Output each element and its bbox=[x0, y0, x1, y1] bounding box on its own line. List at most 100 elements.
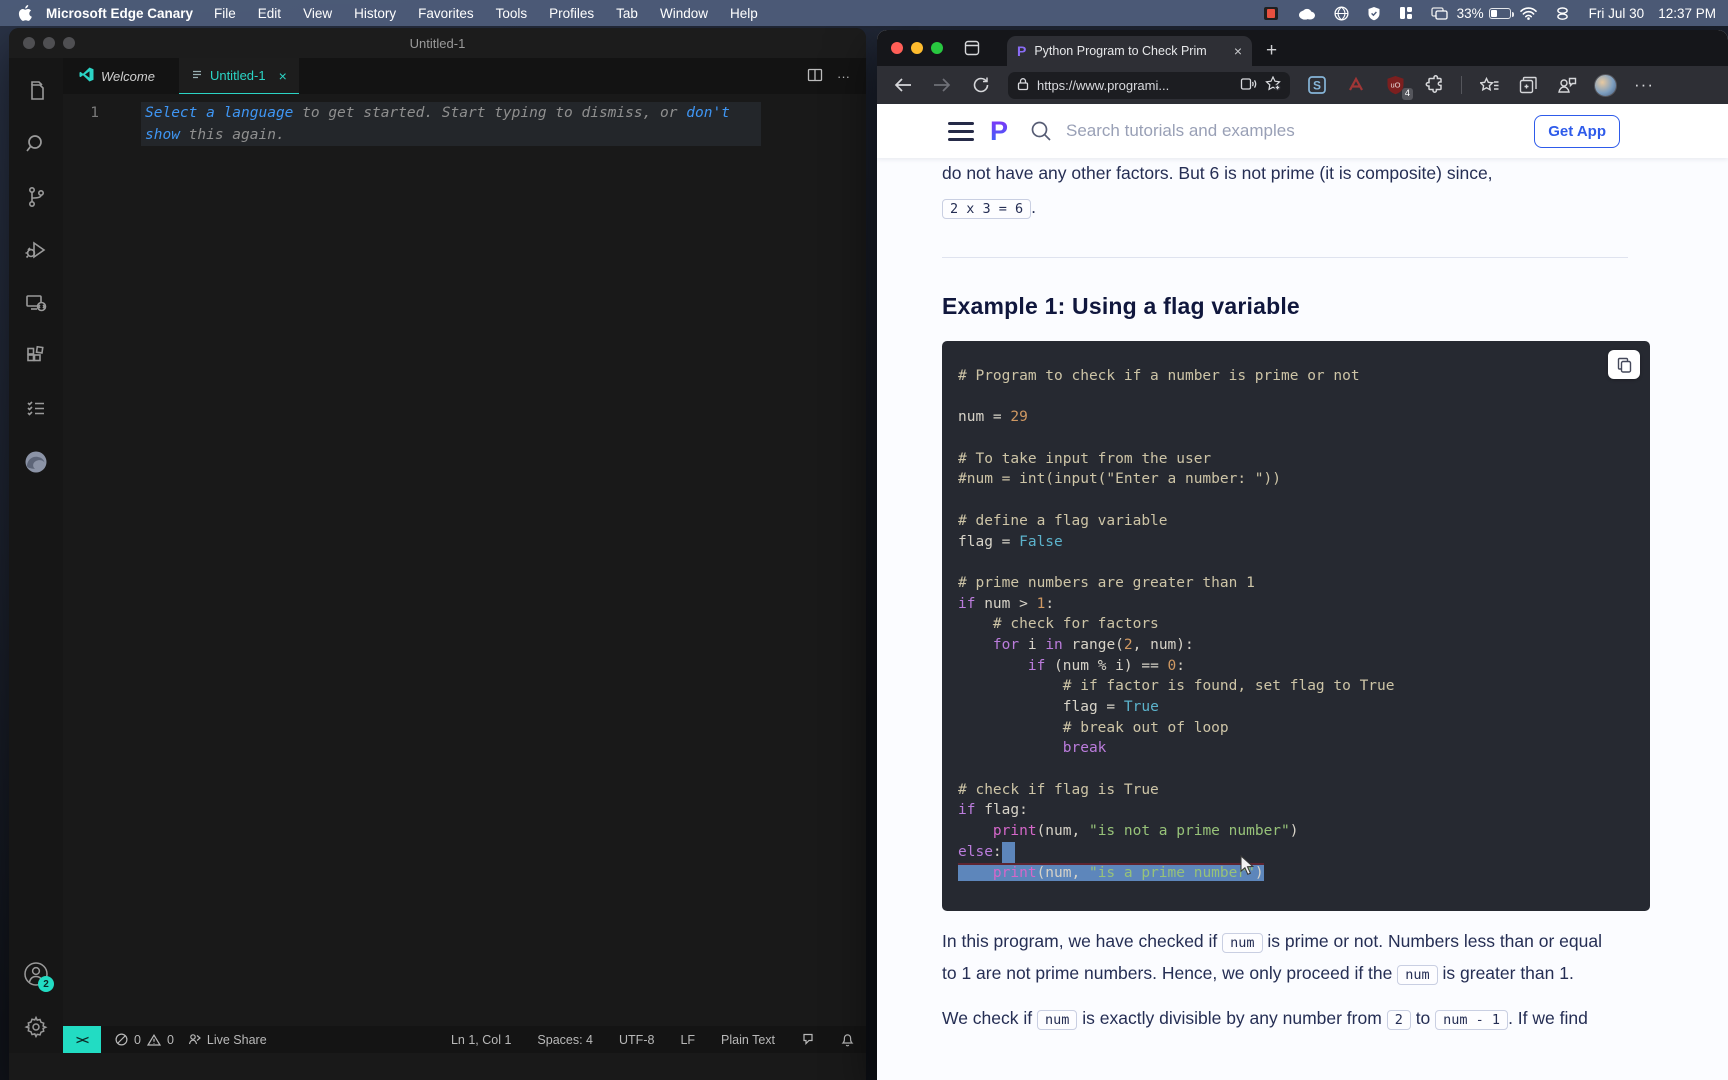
menu-app-name[interactable]: Microsoft Edge Canary bbox=[46, 6, 193, 21]
code-line[interactable]: num = 29 bbox=[958, 407, 1650, 428]
explorer-icon[interactable] bbox=[9, 64, 63, 117]
menu-window[interactable]: Window bbox=[660, 6, 708, 21]
code-line[interactable] bbox=[958, 552, 1650, 573]
favorites-star-icon[interactable] bbox=[1477, 77, 1501, 94]
cursor-position[interactable]: Ln 1, Col 1 bbox=[451, 1033, 511, 1047]
zoom-window-button[interactable] bbox=[931, 42, 943, 54]
menu-file[interactable]: File bbox=[214, 6, 236, 21]
code-line[interactable]: # prime numbers are greater than 1 bbox=[958, 573, 1650, 594]
tab-untitled-1[interactable]: Untitled-1 × bbox=[179, 58, 299, 94]
url-text[interactable]: https://www.programi... bbox=[1037, 78, 1232, 93]
tab-search-icon[interactable] bbox=[963, 39, 981, 62]
menu-tab[interactable]: Tab bbox=[616, 6, 638, 21]
code-line[interactable] bbox=[958, 759, 1650, 780]
profile-avatar[interactable] bbox=[1594, 74, 1617, 97]
run-debug-icon[interactable] bbox=[9, 223, 63, 276]
browser-traffic-lights[interactable] bbox=[891, 42, 943, 54]
menu-time[interactable]: 12:37 PM bbox=[1658, 6, 1716, 21]
browser-tab-active[interactable]: P Python Program to Check Prim × bbox=[1007, 36, 1252, 66]
remote-indicator[interactable]: >< bbox=[63, 1026, 101, 1053]
encoding[interactable]: UTF-8 bbox=[619, 1033, 654, 1047]
globe-icon[interactable] bbox=[1334, 6, 1349, 21]
code-block[interactable]: # Program to check if a number is prime … bbox=[942, 341, 1650, 911]
indentation[interactable]: Spaces: 4 bbox=[537, 1033, 593, 1047]
code-line[interactable]: if num > 1: bbox=[958, 594, 1650, 615]
code-line[interactable]: print(num, "is a prime number") bbox=[958, 863, 1650, 884]
tab-welcome[interactable]: Welcome bbox=[67, 58, 167, 94]
settings-gear-icon[interactable] bbox=[9, 1000, 63, 1053]
menu-tools[interactable]: Tools bbox=[496, 6, 528, 21]
menu-date[interactable]: Fri Jul 30 bbox=[1589, 6, 1645, 21]
live-share-button[interactable]: Live Share bbox=[188, 1033, 267, 1047]
code-line[interactable]: # if factor is found, set flag to True bbox=[958, 676, 1650, 697]
menu-view[interactable]: View bbox=[303, 6, 332, 21]
copy-code-button[interactable] bbox=[1608, 350, 1640, 379]
select-language-link[interactable]: Select a language bbox=[145, 105, 293, 121]
get-app-button[interactable]: Get App bbox=[1534, 115, 1620, 148]
code-line[interactable]: break bbox=[958, 738, 1650, 759]
checklist-icon[interactable] bbox=[9, 382, 63, 435]
code-line[interactable]: # Program to check if a number is prime … bbox=[958, 366, 1650, 387]
extensions-puzzle-icon[interactable] bbox=[1422, 75, 1446, 95]
programiz-logo[interactable]: P bbox=[990, 116, 1008, 147]
code-line[interactable] bbox=[958, 387, 1650, 408]
edge-devtools-icon[interactable] bbox=[9, 435, 63, 488]
code-line[interactable]: print(num, "is not a prime number") bbox=[958, 821, 1650, 842]
back-icon[interactable] bbox=[891, 77, 915, 93]
code-line[interactable]: if flag: bbox=[958, 800, 1650, 821]
add-favorite-icon[interactable] bbox=[1265, 76, 1281, 94]
red-ext-icon[interactable] bbox=[1344, 75, 1368, 95]
new-tab-button[interactable]: + bbox=[1266, 40, 1277, 62]
language-mode[interactable]: Plain Text bbox=[721, 1033, 775, 1047]
editor-area[interactable]: 1 Select a language to get started. Star… bbox=[63, 94, 866, 1026]
eol-sequence[interactable]: LF bbox=[680, 1033, 695, 1047]
menu-favorites[interactable]: Favorites bbox=[418, 6, 474, 21]
vscode-title-bar[interactable]: Untitled-1 bbox=[9, 28, 866, 58]
hamburger-menu-icon[interactable] bbox=[948, 122, 974, 141]
profile-feedback-icon[interactable] bbox=[1555, 76, 1579, 94]
close-window-button[interactable] bbox=[891, 42, 903, 54]
code-line[interactable]: else: bbox=[958, 842, 1650, 863]
feedback-icon[interactable] bbox=[801, 1033, 815, 1046]
menu-profiles[interactable]: Profiles bbox=[549, 6, 594, 21]
code-line[interactable]: # check if flag is True bbox=[958, 780, 1650, 801]
minimize-window-button[interactable] bbox=[911, 42, 923, 54]
now-playing-icon[interactable] bbox=[1555, 7, 1570, 20]
refresh-icon[interactable] bbox=[969, 76, 993, 94]
battery-indicator[interactable]: 33% bbox=[1457, 6, 1511, 21]
code-line[interactable]: for i in range(2, num): bbox=[958, 635, 1650, 656]
menu-history[interactable]: History bbox=[354, 6, 396, 21]
menu-edit[interactable]: Edit bbox=[258, 6, 281, 21]
code-line[interactable]: # define a flag variable bbox=[958, 511, 1650, 532]
code-line[interactable] bbox=[958, 428, 1650, 449]
session-ext-icon[interactable]: S bbox=[1305, 75, 1329, 95]
code-line[interactable]: flag = True bbox=[958, 697, 1650, 718]
read-aloud-icon[interactable] bbox=[1240, 77, 1257, 94]
site-search[interactable]: Search tutorials and examples bbox=[1030, 120, 1295, 142]
more-actions-icon[interactable]: ··· bbox=[837, 69, 850, 84]
collections-icon[interactable] bbox=[1516, 76, 1540, 94]
wifi-icon[interactable] bbox=[1520, 7, 1537, 20]
code-line[interactable]: #num = int(input("Enter a number: ")) bbox=[958, 469, 1650, 490]
settings-dots-icon[interactable]: ··· bbox=[1632, 75, 1656, 95]
search-icon[interactable] bbox=[9, 117, 63, 170]
source-control-icon[interactable] bbox=[9, 170, 63, 223]
code-line[interactable] bbox=[958, 490, 1650, 511]
code-line[interactable]: # check for factors bbox=[958, 614, 1650, 635]
code-line[interactable]: # To take input from the user bbox=[958, 449, 1650, 470]
tab-close-icon[interactable]: × bbox=[279, 68, 287, 84]
address-bar[interactable]: https://www.programi... bbox=[1008, 72, 1290, 99]
extensions-icon[interactable] bbox=[9, 329, 63, 382]
screen-mirror-icon[interactable] bbox=[1431, 7, 1448, 20]
code-line[interactable]: # break out of loop bbox=[958, 718, 1650, 739]
keynote-icon[interactable] bbox=[1263, 6, 1279, 21]
code-lines[interactable]: # Program to check if a number is prime … bbox=[958, 366, 1650, 883]
split-editor-icon[interactable] bbox=[807, 67, 823, 86]
menu-help[interactable]: Help bbox=[730, 6, 758, 21]
shield-check-icon[interactable] bbox=[1367, 6, 1381, 21]
forward-icon[interactable] bbox=[930, 77, 954, 93]
apple-menu-icon[interactable] bbox=[12, 5, 38, 21]
accounts-icon[interactable]: 2 bbox=[9, 947, 63, 1000]
tab-close-icon[interactable]: × bbox=[1234, 43, 1242, 59]
code-line[interactable]: if (num % i) == 0: bbox=[958, 656, 1650, 677]
